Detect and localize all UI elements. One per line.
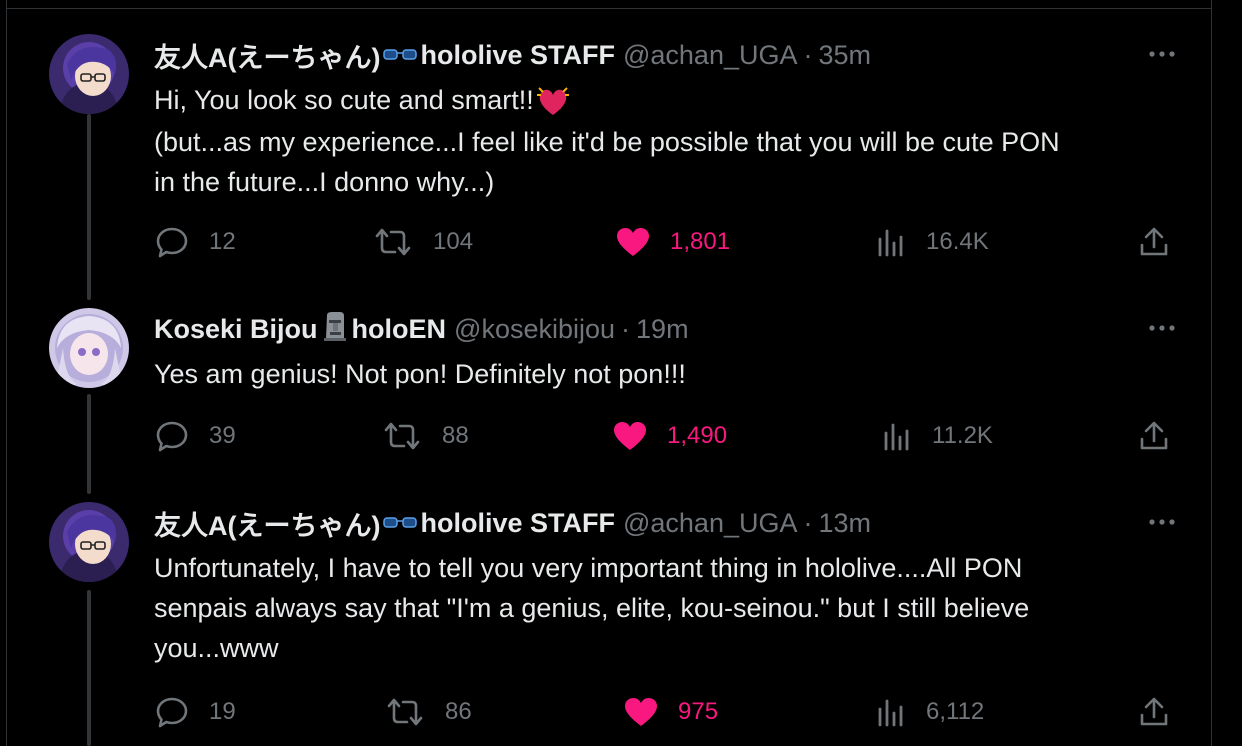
retweet-icon: [384, 422, 420, 450]
heart-filled-icon: [614, 422, 646, 450]
like-count: 1,801: [670, 228, 731, 255]
tweet-text-line: (but...as my experience...I feel like it…: [154, 126, 1060, 157]
glasses-icon: [382, 508, 418, 539]
display-name-suffix[interactable]: holoEN: [352, 314, 447, 345]
thread-connector-line: [87, 590, 91, 746]
avatar[interactable]: [49, 502, 129, 582]
more-options-button[interactable]: [1145, 512, 1179, 532]
analytics-icon: [878, 699, 903, 727]
more-options-button[interactable]: [1145, 318, 1179, 338]
retweet-icon: [375, 228, 411, 256]
reply-button[interactable]: 19: [155, 692, 236, 732]
like-button[interactable]: 1,801: [616, 222, 730, 262]
reply-count: 39: [209, 422, 236, 449]
share-icon: [1140, 421, 1168, 450]
like-count: 1,490: [667, 422, 728, 449]
reply-icon: [156, 697, 188, 728]
heart-filled-icon: [625, 698, 657, 726]
retweet-count: 104: [433, 228, 474, 255]
like-count: 975: [678, 698, 719, 725]
views-button[interactable]: 16.4K: [876, 222, 989, 262]
share-button[interactable]: [1138, 222, 1170, 262]
separator-dot: ·: [803, 39, 813, 70]
tweet-header: 友人A(えーちゃん) hololive STAFF @achan_UGA · 1…: [154, 504, 871, 543]
reply-button[interactable]: 12: [155, 222, 236, 262]
more-options-button[interactable]: [1145, 44, 1179, 64]
retweet-count: 88: [442, 422, 469, 449]
share-button[interactable]: [1138, 416, 1170, 456]
heart-filled-icon: [617, 228, 649, 256]
like-button[interactable]: 1,490: [613, 416, 727, 456]
reply-icon: [156, 421, 188, 452]
views-count: 6,112: [926, 698, 985, 725]
tweet-text: Yes am genius! Not pon! Definitely not p…: [154, 354, 1194, 394]
share-icon: [1140, 697, 1168, 726]
views-button[interactable]: 11.2K: [882, 416, 993, 456]
timeline-right-border: [1211, 0, 1212, 746]
thread-connector-line: [87, 394, 91, 494]
ellipsis-icon: [1149, 51, 1175, 57]
ellipsis-icon: [1149, 519, 1175, 525]
separator-dot: ·: [621, 313, 631, 344]
like-button[interactable]: 975: [624, 692, 718, 732]
tweet-text-line: you...www: [154, 633, 279, 663]
retweet-count: 86: [445, 698, 472, 725]
display-name-suffix[interactable]: hololive STAFF: [420, 40, 615, 71]
analytics-icon: [878, 229, 903, 257]
timestamp[interactable]: 19m: [636, 314, 689, 345]
timeline-left-border: [6, 0, 7, 746]
share-icon: [1140, 227, 1168, 256]
reply-count: 12: [209, 228, 236, 255]
beating-heart-icon: [536, 82, 570, 122]
retweet-icon: [387, 698, 423, 726]
avatar[interactable]: [49, 308, 129, 388]
retweet-button[interactable]: 88: [382, 416, 469, 456]
glasses-icon: [382, 40, 418, 71]
user-handle[interactable]: @achan_UGA: [623, 40, 798, 71]
separator-dot: ·: [803, 507, 813, 538]
avatar[interactable]: [49, 34, 129, 114]
display-name[interactable]: 友人A(えーちゃん): [154, 36, 380, 75]
display-name[interactable]: 友人A(えーちゃん): [154, 504, 380, 543]
tweet-header: Koseki Bijou holoEN @kosekibijou · 19m: [154, 311, 689, 348]
display-name-suffix[interactable]: hololive STAFF: [420, 508, 615, 539]
thread-connector-line: [87, 114, 91, 300]
timestamp[interactable]: 13m: [818, 508, 871, 539]
tweet-text-line: Yes am genius! Not pon! Definitely not p…: [154, 359, 686, 389]
reply-icon: [156, 227, 188, 258]
user-handle[interactable]: @kosekibijou: [454, 314, 615, 345]
tweet-text-line: Hi, You look so cute and smart!!: [154, 85, 534, 115]
tweet-text-line: in the future...I donno why...): [154, 166, 495, 197]
moai-icon: [322, 311, 348, 348]
timeline-top-border: [6, 8, 1212, 9]
tweet-text-line: senpais always say that "I'm a genius, e…: [154, 593, 1030, 623]
user-handle[interactable]: @achan_UGA: [623, 508, 798, 539]
analytics-icon: [884, 423, 909, 451]
ellipsis-icon: [1149, 325, 1175, 331]
tweet-text: Unfortunately, I have to tell you very i…: [154, 548, 1194, 668]
views-count: 16.4K: [926, 228, 989, 255]
views-button[interactable]: 6,112: [876, 692, 984, 732]
share-button[interactable]: [1138, 692, 1170, 732]
reply-button[interactable]: 39: [155, 416, 236, 456]
tweet-header: 友人A(えーちゃん) hololive STAFF @achan_UGA · 3…: [154, 36, 871, 75]
tweet-text-line: Unfortunately, I have to tell you very i…: [154, 553, 1023, 583]
views-count: 11.2K: [932, 422, 993, 449]
display-name[interactable]: Koseki Bijou: [154, 314, 318, 345]
timestamp[interactable]: 35m: [818, 40, 871, 71]
retweet-button[interactable]: 86: [385, 692, 472, 732]
tweet-text: Hi, You look so cute and smart!! (but...…: [154, 80, 1194, 202]
retweet-button[interactable]: 104: [373, 222, 473, 262]
reply-count: 19: [209, 698, 236, 725]
